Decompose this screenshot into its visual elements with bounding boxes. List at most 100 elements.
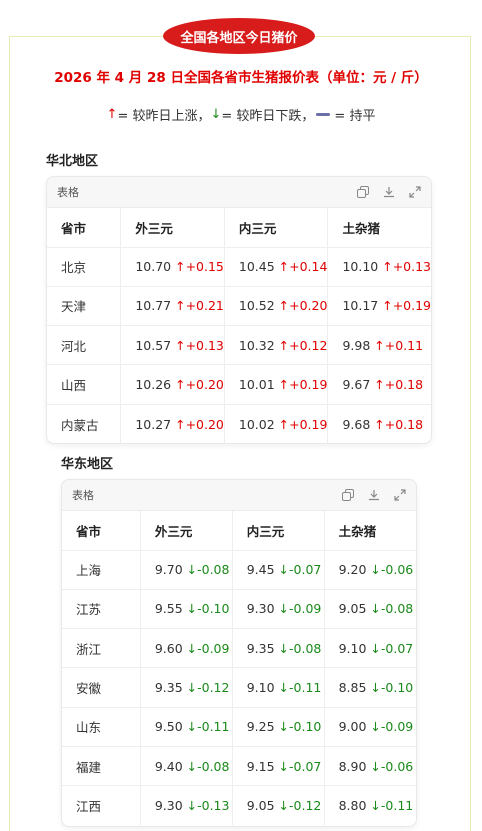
price-change: ↑+0.14 bbox=[278, 259, 328, 275]
header-waisanyuan: 外三元 bbox=[120, 208, 225, 248]
price-change: ↓-0.13 bbox=[186, 798, 230, 814]
price-cell: 10.52 ↑+0.20 bbox=[224, 286, 329, 327]
header-province: 省市 bbox=[47, 208, 122, 248]
header-tuzazhu: 土杂猪 bbox=[327, 208, 431, 248]
price-change: ↑+0.13 bbox=[175, 337, 224, 353]
price-value: 9.20 bbox=[338, 562, 367, 578]
table-header-row: 省市 外三元 内三元 土杂猪 bbox=[47, 208, 431, 248]
price-value: 9.35 bbox=[246, 640, 275, 656]
expand-icon[interactable] bbox=[394, 489, 406, 501]
price-change: ↑+0.18 bbox=[374, 416, 424, 432]
price-cell: 9.68 ↑+0.18 bbox=[328, 404, 431, 443]
province-cell: 安徽 bbox=[62, 667, 141, 708]
price-change: ↑+0.11 bbox=[374, 337, 424, 353]
copy-icon[interactable] bbox=[342, 489, 354, 501]
price-change: ↑+0.20 bbox=[278, 298, 328, 314]
table-row: 上海 9.70 ↓-0.08 9.45 ↓-0.07 9.20 ↓-0.06 bbox=[62, 550, 416, 590]
price-change: ↓-0.07 bbox=[278, 562, 322, 578]
price-value: 10.26 bbox=[135, 377, 172, 393]
price-table: 省市 外三元 内三元 土杂猪 上海 9.70 ↓-0.08 9.45 ↓-0.07 9… bbox=[62, 511, 416, 826]
expand-icon[interactable] bbox=[409, 186, 421, 198]
price-cell: 8.85 ↓-0.10 bbox=[324, 667, 416, 708]
price-change: ↑+0.15 bbox=[175, 259, 224, 275]
price-value: 9.05 bbox=[338, 601, 367, 617]
price-value: 9.98 bbox=[342, 337, 371, 353]
price-value: 10.01 bbox=[238, 377, 275, 393]
price-change: ↑+0.21 bbox=[175, 298, 224, 314]
header-neisanyuan: 内三元 bbox=[224, 208, 329, 248]
table-row: 北京 10.70 ↑+0.15 10.45 ↑+0.14 10.10 ↑+0.13 bbox=[47, 247, 431, 287]
table-row: 安徽 9.35 ↓-0.12 9.10 ↓-0.11 8.85 ↓-0.10 bbox=[62, 667, 416, 708]
price-change: ↓-0.09 bbox=[370, 719, 414, 735]
legend-flat-text: = 持平 bbox=[334, 109, 376, 124]
price-change: ↓-0.08 bbox=[370, 601, 414, 617]
price-cell: 9.60 ↓-0.09 bbox=[140, 628, 233, 669]
price-value: 9.10 bbox=[246, 680, 275, 696]
header-province: 省市 bbox=[62, 511, 141, 551]
price-change: ↓-0.11 bbox=[370, 798, 414, 814]
price-cell: 9.30 ↓-0.09 bbox=[232, 589, 325, 630]
price-change: ↓-0.12 bbox=[186, 680, 230, 696]
price-value: 9.67 bbox=[342, 377, 371, 393]
price-change: ↓-0.08 bbox=[278, 640, 322, 656]
price-value: 9.40 bbox=[154, 758, 183, 774]
price-change: ↓-0.06 bbox=[370, 562, 414, 578]
download-icon[interactable] bbox=[368, 489, 380, 501]
header-waisanyuan: 外三元 bbox=[140, 511, 233, 551]
legend-down-text: = 较昨日下跌， bbox=[221, 109, 315, 124]
price-cell: 10.17 ↑+0.19 bbox=[327, 286, 431, 327]
price-value: 10.10 bbox=[342, 259, 379, 275]
header-tuzazhu: 土杂猪 bbox=[324, 511, 416, 551]
price-cell: 10.10 ↑+0.13 bbox=[327, 247, 431, 287]
price-cell: 8.90 ↓-0.06 bbox=[324, 746, 416, 787]
price-cell: 9.40 ↓-0.08 bbox=[140, 746, 233, 787]
price-cell: 10.32 ↑+0.12 bbox=[224, 325, 329, 366]
price-change: ↓-0.07 bbox=[370, 640, 414, 656]
price-change: ↓-0.12 bbox=[278, 798, 322, 814]
price-change: ↑+0.19 bbox=[278, 377, 328, 393]
province-cell: 江苏 bbox=[62, 589, 141, 630]
page-headline: 2026 年 4 月 28 日全国各省市生猪报价表（单位：元 / 斤） bbox=[54, 70, 428, 86]
table-row: 山西 10.26 ↑+0.20 10.01 ↑+0.19 9.67 ↑+0.18 bbox=[47, 364, 431, 405]
price-value: 9.15 bbox=[246, 758, 275, 774]
table-header-row: 省市 外三元 内三元 土杂猪 bbox=[62, 511, 416, 551]
price-value: 10.57 bbox=[135, 337, 172, 353]
price-value: 9.50 bbox=[154, 719, 183, 735]
price-value: 9.35 bbox=[154, 680, 183, 696]
province-cell: 江西 bbox=[62, 785, 141, 826]
price-value: 10.52 bbox=[238, 298, 275, 314]
price-cell: 10.77 ↑+0.21 bbox=[120, 286, 225, 327]
price-cell: 9.20 ↓-0.06 bbox=[324, 550, 416, 590]
price-value: 9.60 bbox=[154, 640, 183, 656]
table-row: 江苏 9.55 ↓-0.10 9.30 ↓-0.09 9.05 ↓-0.08 bbox=[62, 589, 416, 630]
table-toolbar: 表格 bbox=[62, 480, 416, 511]
price-value: 8.80 bbox=[338, 798, 367, 814]
flat-dash-icon bbox=[316, 113, 331, 116]
province-cell: 浙江 bbox=[62, 628, 141, 669]
price-value: 9.25 bbox=[246, 719, 275, 735]
price-value: 9.05 bbox=[246, 798, 275, 814]
price-value: 10.45 bbox=[238, 259, 275, 275]
price-cell: 9.05 ↓-0.08 bbox=[324, 589, 416, 630]
price-change: ↓-0.07 bbox=[278, 758, 322, 774]
price-change: ↓-0.11 bbox=[186, 719, 230, 735]
province-cell: 上海 bbox=[62, 550, 141, 590]
toolbar-label: 表格 bbox=[72, 489, 94, 502]
table-row: 天津 10.77 ↑+0.21 10.52 ↑+0.20 10.17 ↑+0.19 bbox=[47, 286, 431, 327]
price-cell: 9.25 ↓-0.10 bbox=[232, 707, 325, 747]
province-cell: 内蒙古 bbox=[47, 404, 122, 443]
legend-up-text: = 较昨日上涨， bbox=[117, 109, 211, 124]
price-cell: 9.67 ↑+0.18 bbox=[327, 364, 431, 405]
header-neisanyuan: 内三元 bbox=[232, 511, 325, 551]
price-change: ↓-0.09 bbox=[186, 640, 230, 656]
table-row: 河北 10.57 ↑+0.13 10.32 ↑+0.12 9.98 ↑+0.11 bbox=[47, 325, 431, 366]
price-value: 9.00 bbox=[338, 719, 367, 735]
download-icon[interactable] bbox=[383, 186, 395, 198]
price-value: 10.02 bbox=[238, 416, 275, 432]
price-cell: 10.57 ↑+0.13 bbox=[120, 325, 225, 366]
toolbar-label: 表格 bbox=[57, 186, 79, 199]
price-value: 8.90 bbox=[338, 758, 367, 774]
price-cell: 9.10 ↓-0.11 bbox=[232, 667, 325, 708]
price-change: ↑+0.20 bbox=[175, 416, 224, 432]
copy-icon[interactable] bbox=[357, 186, 369, 198]
